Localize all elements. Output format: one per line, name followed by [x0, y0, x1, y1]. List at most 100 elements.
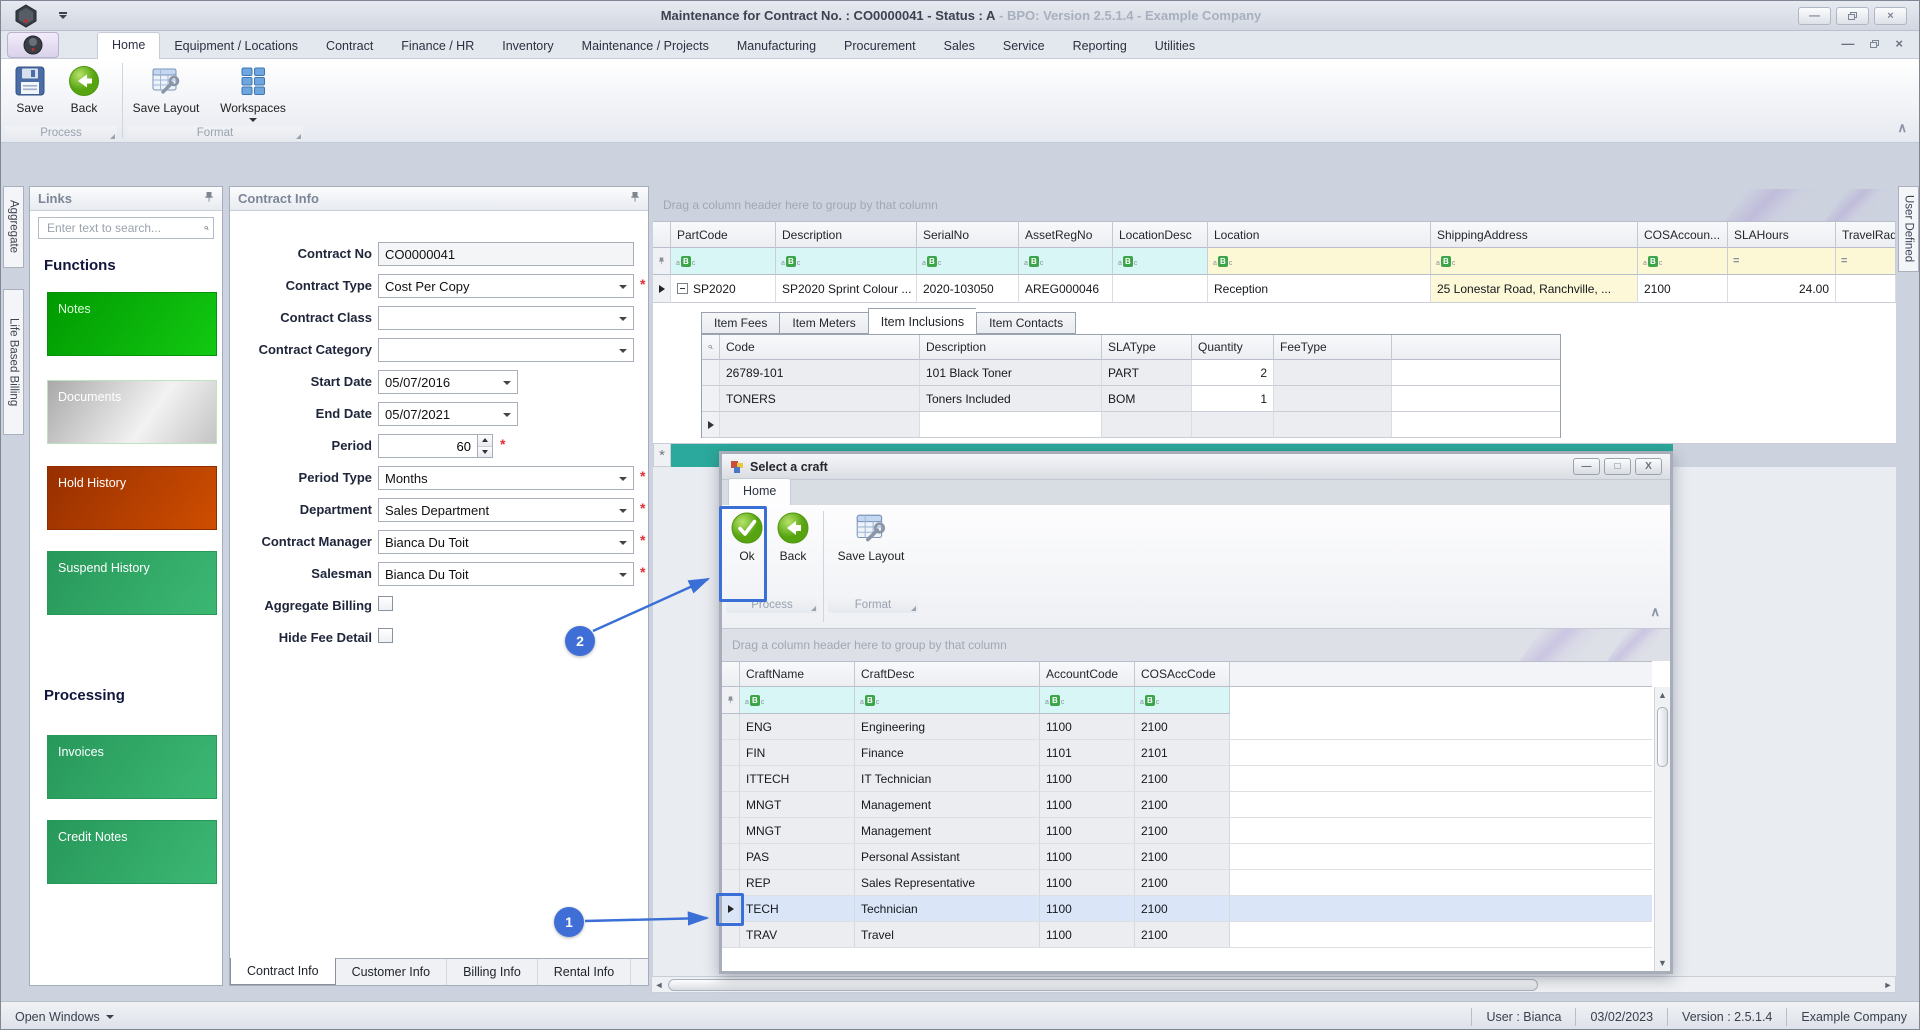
filter-cell[interactable]: aBc	[1135, 687, 1230, 714]
craft-row-ittech[interactable]: ITTECH IT Technician 1100 2100	[722, 766, 1652, 792]
dialog-maximize-button[interactable]: □	[1604, 458, 1631, 475]
collapse-row-icon[interactable]	[677, 283, 688, 294]
tab-item-meters[interactable]: Item Meters	[779, 312, 867, 334]
craft-row-pas[interactable]: PAS Personal Assistant 1100 2100	[722, 844, 1652, 870]
craft-row-fin[interactable]: FIN Finance 1101 2101	[722, 740, 1652, 766]
filter-cell[interactable]: aBc	[855, 687, 1040, 714]
ribbon-tab-service[interactable]: Service	[989, 34, 1059, 59]
dialog-minimize-button[interactable]: —	[1573, 458, 1600, 475]
ribbon-tab-sales[interactable]: Sales	[930, 34, 989, 59]
minimize-button[interactable]: —	[1798, 7, 1831, 25]
side-tab-user-defined[interactable]: User Defined	[1898, 186, 1919, 272]
invoices-button[interactable]: Invoices	[47, 735, 217, 799]
inclusion-row[interactable]: TONERS Toners Included BOM 1	[702, 386, 1560, 412]
tab-contract-info[interactable]: Contract Info	[230, 958, 336, 985]
filter-cell[interactable]: aBc	[671, 248, 776, 275]
tab-customer-info[interactable]: Customer Info	[336, 959, 448, 985]
dialog-tab-home[interactable]: Home	[728, 478, 791, 505]
craft-row-trav[interactable]: TRAV Travel 1100 2100	[722, 922, 1652, 948]
column-header[interactable]: Quantity	[1192, 335, 1274, 360]
ribbon-tab-utilities[interactable]: Utilities	[1141, 34, 1209, 59]
documents-button[interactable]: Documents	[47, 380, 217, 444]
equipment-row[interactable]: SP2020 SP2020 Sprint Colour ... 2020-103…	[653, 275, 1896, 303]
column-header[interactable]: SLAType	[1102, 335, 1192, 360]
column-header[interactable]: LocationDesc	[1113, 221, 1208, 248]
craft-row-mngt-2[interactable]: MNGT Management 1100 2100	[722, 818, 1652, 844]
filter-cell[interactable]: aBc	[740, 687, 855, 714]
start-date-picker[interactable]: 05/07/2016	[378, 370, 518, 394]
filter-cell[interactable]: aBc	[776, 248, 917, 275]
ribbon-collapse-icon[interactable]: ∧	[1897, 120, 1907, 136]
tab-rental-info[interactable]: Rental Info	[538, 959, 631, 985]
column-header[interactable]: SerialNo	[917, 221, 1019, 248]
inclusion-row[interactable]: 26789-101 101 Black Toner PART 2	[702, 360, 1560, 386]
ribbon-tab-procurement[interactable]: Procurement	[830, 34, 930, 59]
back-button[interactable]: Back	[57, 61, 111, 125]
period-stepper[interactable]: 60	[378, 434, 493, 458]
filter-cell[interactable]: aBc	[917, 248, 1019, 275]
search-icon[interactable]	[702, 335, 720, 360]
side-tab-aggregate[interactable]: Aggregate	[3, 186, 24, 268]
column-header[interactable]: Description	[776, 221, 917, 248]
dialog-close-button[interactable]: X	[1635, 458, 1662, 475]
contract-no-field[interactable]: CO0000041	[378, 242, 634, 266]
filter-cell[interactable]: aBc	[1019, 248, 1113, 275]
column-header[interactable]: AccountCode	[1040, 661, 1135, 687]
column-header[interactable]: Location	[1208, 221, 1431, 248]
dialog-titlebar[interactable]: Select a craft — □ X	[722, 454, 1670, 480]
spin-up-icon[interactable]	[478, 435, 492, 446]
craft-row-eng[interactable]: ENG Engineering 1100 2100	[722, 714, 1652, 740]
filter-cell[interactable]: aBc	[1113, 248, 1208, 275]
filter-cell[interactable]: =	[1728, 248, 1836, 275]
ribbon-tab-manufacturing[interactable]: Manufacturing	[723, 34, 830, 59]
period-type-dropdown[interactable]: Months	[378, 466, 634, 490]
horizontal-scrollbar[interactable]: ◄ ►	[651, 976, 1896, 993]
contract-type-dropdown[interactable]: Cost Per Copy	[378, 274, 634, 298]
restore-button[interactable]	[1836, 7, 1869, 25]
column-header[interactable]: AssetRegNo	[1019, 221, 1113, 248]
ribbon-tab-contract[interactable]: Contract	[312, 34, 387, 59]
contract-category-dropdown[interactable]	[378, 338, 634, 362]
scroll-down-icon[interactable]: ▼	[1656, 958, 1670, 971]
column-header[interactable]: ShippingAddress	[1431, 221, 1638, 248]
ok-button[interactable]: Ok	[724, 507, 770, 595]
save-layout-button[interactable]: Save Layout	[125, 61, 207, 125]
column-header[interactable]: CraftDesc	[855, 661, 1040, 687]
inclusion-new-row[interactable]	[702, 412, 1560, 438]
dialog-group-by-band[interactable]: Drag a column header here to group by th…	[722, 629, 1670, 661]
tab-billing-info[interactable]: Billing Info	[447, 959, 538, 985]
column-header[interactable]: CraftName	[740, 661, 855, 687]
aggregate-billing-checkbox[interactable]	[378, 596, 393, 611]
suspend-history-button[interactable]: Suspend History	[47, 551, 217, 615]
close-button[interactable]: ×	[1874, 7, 1907, 25]
links-search-box[interactable]	[38, 217, 214, 239]
department-dropdown[interactable]: Sales Department	[378, 498, 634, 522]
end-date-picker[interactable]: 05/07/2021	[378, 402, 518, 426]
craft-row-tech-selected[interactable]: TECH Technician 1100 2100	[722, 896, 1652, 922]
column-header[interactable]: COSAccoun...	[1638, 221, 1728, 248]
side-tab-life-based-billing[interactable]: Life Based Billing	[3, 289, 24, 435]
ribbon-tab-finance-hr[interactable]: Finance / HR	[387, 34, 488, 59]
filter-cell[interactable]: aBc	[1431, 248, 1638, 275]
mdi-minimize-icon[interactable]: —	[1841, 36, 1854, 51]
spin-down-icon[interactable]	[478, 446, 492, 458]
column-header[interactable]: Code	[720, 335, 920, 360]
filter-pin-icon[interactable]	[653, 248, 671, 275]
scroll-left-icon[interactable]: ◄	[652, 980, 666, 990]
column-header[interactable]: Description	[920, 335, 1102, 360]
scroll-up-icon[interactable]: ▲	[1656, 687, 1670, 700]
credit-notes-button[interactable]: Credit Notes	[47, 820, 217, 884]
column-header[interactable]: SLAHours	[1728, 221, 1836, 248]
filter-cell[interactable]: aBc	[1208, 248, 1431, 275]
save-button[interactable]: Save	[3, 61, 57, 125]
tab-item-contacts[interactable]: Item Contacts	[976, 312, 1076, 334]
column-header[interactable]: COSAccCode	[1135, 661, 1230, 687]
mdi-close-icon[interactable]: ×	[1895, 36, 1903, 51]
scrollbar-thumb[interactable]	[1657, 707, 1668, 767]
dialog-ribbon-collapse-icon[interactable]: ∧	[1650, 604, 1660, 620]
pin-icon[interactable]	[204, 191, 214, 206]
mdi-restore-icon[interactable]	[1870, 40, 1879, 48]
craft-row-mngt[interactable]: MNGT Management 1100 2100	[722, 792, 1652, 818]
workspaces-button[interactable]: Workspaces	[207, 61, 299, 125]
column-header[interactable]: PartCode	[671, 221, 776, 248]
